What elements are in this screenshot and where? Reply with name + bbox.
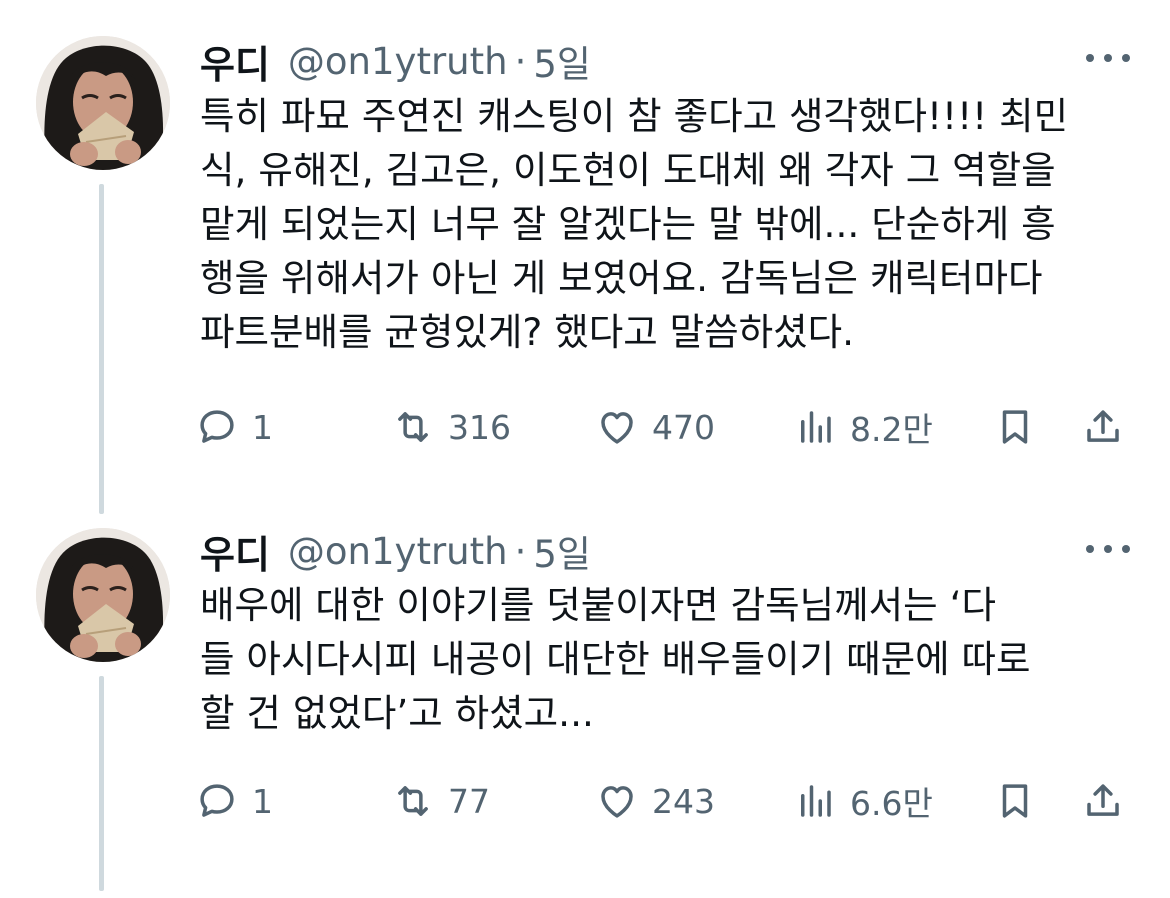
- more-dots-icon[interactable]: [1086, 539, 1130, 559]
- bookmark-button[interactable]: [994, 776, 1036, 826]
- reply-count: 1: [252, 407, 273, 447]
- avatar[interactable]: [36, 528, 170, 662]
- heart-icon: [601, 786, 633, 818]
- author-handle[interactable]: @on1ytruth: [288, 530, 508, 573]
- tweet-header: 우디 @on1ytruth · 5일: [200, 34, 591, 89]
- share-upload-icon: [1087, 784, 1119, 816]
- tweet-text: 배우에 대한 이야기를 덧붙이자면 감독님께서는 ‘다 들 아시다시피 내공이 …: [200, 578, 1130, 740]
- views-button[interactable]: 8.2만: [794, 402, 933, 452]
- tweet-text-line: 파트분배를 균형있게? 했다고 말씀하셨다.: [200, 310, 855, 354]
- bookmark-button[interactable]: [994, 402, 1036, 452]
- like-count: 243: [652, 781, 715, 821]
- reply-button[interactable]: 1: [196, 402, 273, 452]
- avatar-photo: [36, 36, 170, 170]
- retweet-icon: [398, 786, 428, 816]
- tweet-timestamp[interactable]: 5일: [533, 34, 591, 88]
- retweet-button[interactable]: 316: [392, 402, 511, 452]
- share-button[interactable]: [1082, 776, 1124, 826]
- reply-bubble-icon: [200, 784, 234, 817]
- heart-icon: [601, 412, 633, 444]
- avatar[interactable]: [36, 36, 170, 170]
- reply-button[interactable]: 1: [196, 776, 273, 826]
- tweet-text-line: 식, 유해진, 김고은, 이도현이 도대체 왜 각자 그 역할을: [200, 148, 1056, 192]
- tweet-text-line: 들 아시다시피 내공이 대단한 배우들이기 때문에 따로: [200, 637, 1031, 681]
- views-button[interactable]: 6.6만: [794, 776, 933, 826]
- retweet-icon: [398, 412, 428, 442]
- tweet-timestamp[interactable]: 5일: [533, 524, 591, 578]
- tweet-text-line: 특히 파묘 주연진 캐스팅이 참 좋다고 생각했다!!!! 최민: [200, 94, 1069, 138]
- tweet-2[interactable]: 우디 @on1ytruth · 5일 배우에 대한 이야기를 덧붙이자면 감독님…: [0, 520, 1170, 898]
- retweet-count: 316: [448, 407, 511, 447]
- tweet-actions: 1 316 470 8.2만: [196, 402, 1136, 452]
- author-handle[interactable]: @on1ytruth: [288, 40, 508, 83]
- like-count: 470: [652, 407, 715, 447]
- share-upload-icon: [1087, 410, 1119, 442]
- like-button[interactable]: 243: [596, 776, 715, 826]
- tweet-actions: 1 77 243 6.6만: [196, 776, 1136, 826]
- view-count: 8.2만: [850, 410, 933, 449]
- more-dots-icon[interactable]: [1086, 48, 1130, 68]
- author-display-name[interactable]: 우디: [200, 34, 270, 89]
- tweet-text-line: 맡게 되었는지 너무 잘 알겠다는 말 밖에... 단순하게 흥: [200, 202, 1056, 246]
- tweet-text: 특히 파묘 주연진 캐스팅이 참 좋다고 생각했다!!!! 최민 식, 유해진,…: [200, 89, 1130, 359]
- views-bar-chart-icon: [801, 411, 831, 443]
- bookmark-icon: [1002, 784, 1028, 818]
- tweet-text-line: 배우에 대한 이야기를 덧붙이자면 감독님께서는 ‘다: [200, 583, 997, 627]
- retweet-count: 77: [448, 781, 490, 821]
- separator-dot: ·: [514, 39, 527, 83]
- reply-count: 1: [252, 781, 273, 821]
- avatar-photo: [36, 528, 170, 662]
- tweet-header: 우디 @on1ytruth · 5일: [200, 524, 591, 579]
- bookmark-icon: [1002, 410, 1028, 444]
- like-button[interactable]: 470: [596, 402, 715, 452]
- retweet-button[interactable]: 77: [392, 776, 490, 826]
- reply-bubble-icon: [200, 410, 234, 443]
- views-bar-chart-icon: [801, 785, 831, 817]
- tweet-text-line: 행을 위해서가 아닌 게 보였어요. 감독님은 캐릭터마다: [200, 256, 1043, 300]
- tweet-text-line: 할 건 없었다’고 하셨고...: [200, 691, 594, 735]
- separator-dot: ·: [514, 529, 527, 573]
- author-display-name[interactable]: 우디: [200, 524, 270, 579]
- view-count: 6.6만: [850, 784, 933, 823]
- tweet-1[interactable]: 우디 @on1ytruth · 5일 특히 파묘 주연진 캐스팅이 참 좋다고 …: [0, 0, 1170, 520]
- share-button[interactable]: [1082, 402, 1124, 452]
